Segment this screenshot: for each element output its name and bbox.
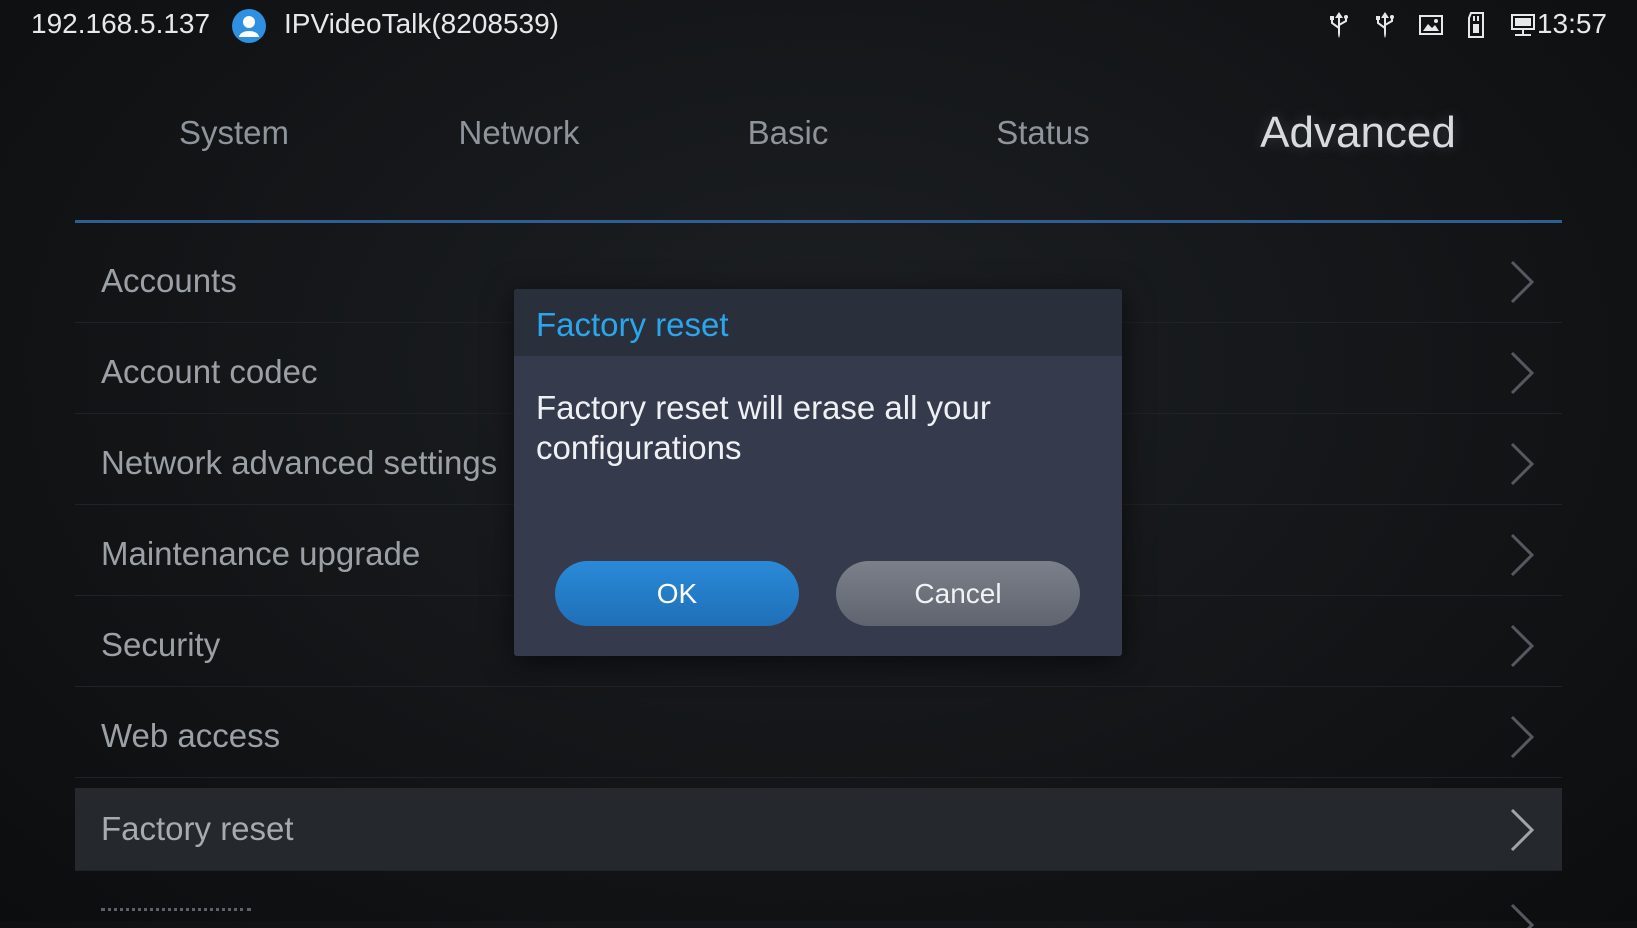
tab-status[interactable]: Status — [996, 114, 1090, 152]
menu-item-web-access[interactable]: Web access — [75, 695, 1562, 778]
menu-item-label: Account codec — [101, 353, 318, 390]
menu-item-label: Network advanced settings — [101, 444, 498, 481]
factory-reset-dialog: Factory reset Factory reset will erase a… — [514, 289, 1122, 656]
network-icon — [1511, 14, 1535, 36]
ip-address: 192.168.5.137 — [31, 8, 211, 39]
sd-card-icon — [1468, 12, 1484, 38]
status-bar: 192.168.5.137 IPVideoTalk(8208539) 13:57 — [0, 0, 1637, 54]
account-name: IPVideoTalk(8208539) — [284, 8, 560, 39]
usb-icon — [1330, 12, 1348, 38]
tab-divider — [75, 220, 1562, 223]
menu-item-partially-visible[interactable] — [75, 888, 1562, 928]
cutoff-label-fragment — [101, 908, 251, 917]
cancel-button[interactable]: Cancel — [836, 561, 1080, 626]
image-icon — [1419, 15, 1443, 35]
menu-item-label: Maintenance upgrade — [101, 535, 421, 572]
dialog-title: Factory reset — [536, 306, 729, 343]
dialog-message: Factory reset will erase all your config… — [536, 389, 991, 466]
chevron-right-icon — [1510, 533, 1535, 577]
tab-system[interactable]: System — [179, 114, 289, 152]
clock: 13:57 — [1536, 8, 1607, 39]
menu-item-label: Web access — [101, 717, 281, 754]
settings-tabs: System Network Basic Status Advanced — [75, 100, 1562, 180]
chevron-right-icon — [1510, 351, 1535, 395]
dialog-header: Factory reset — [514, 289, 1122, 356]
chevron-right-icon — [1510, 903, 1535, 928]
status-icons — [1325, 10, 1537, 40]
ok-button[interactable]: OK — [555, 561, 799, 626]
chevron-right-icon — [1510, 442, 1535, 486]
chevron-right-icon — [1510, 715, 1535, 759]
tab-basic[interactable]: Basic — [748, 114, 829, 152]
tab-advanced[interactable]: Advanced — [1260, 108, 1456, 158]
account-avatar-icon — [232, 9, 266, 43]
menu-item-factory-reset[interactable]: Factory reset — [75, 788, 1562, 871]
tab-network[interactable]: Network — [458, 114, 579, 152]
chevron-right-icon — [1510, 260, 1535, 304]
menu-item-label: Factory reset — [101, 810, 294, 847]
chevron-right-icon — [1510, 624, 1535, 668]
menu-item-label: Security — [101, 626, 221, 663]
chevron-right-icon — [1510, 808, 1535, 852]
menu-item-label: Accounts — [101, 262, 237, 299]
usb-icon — [1376, 12, 1394, 38]
